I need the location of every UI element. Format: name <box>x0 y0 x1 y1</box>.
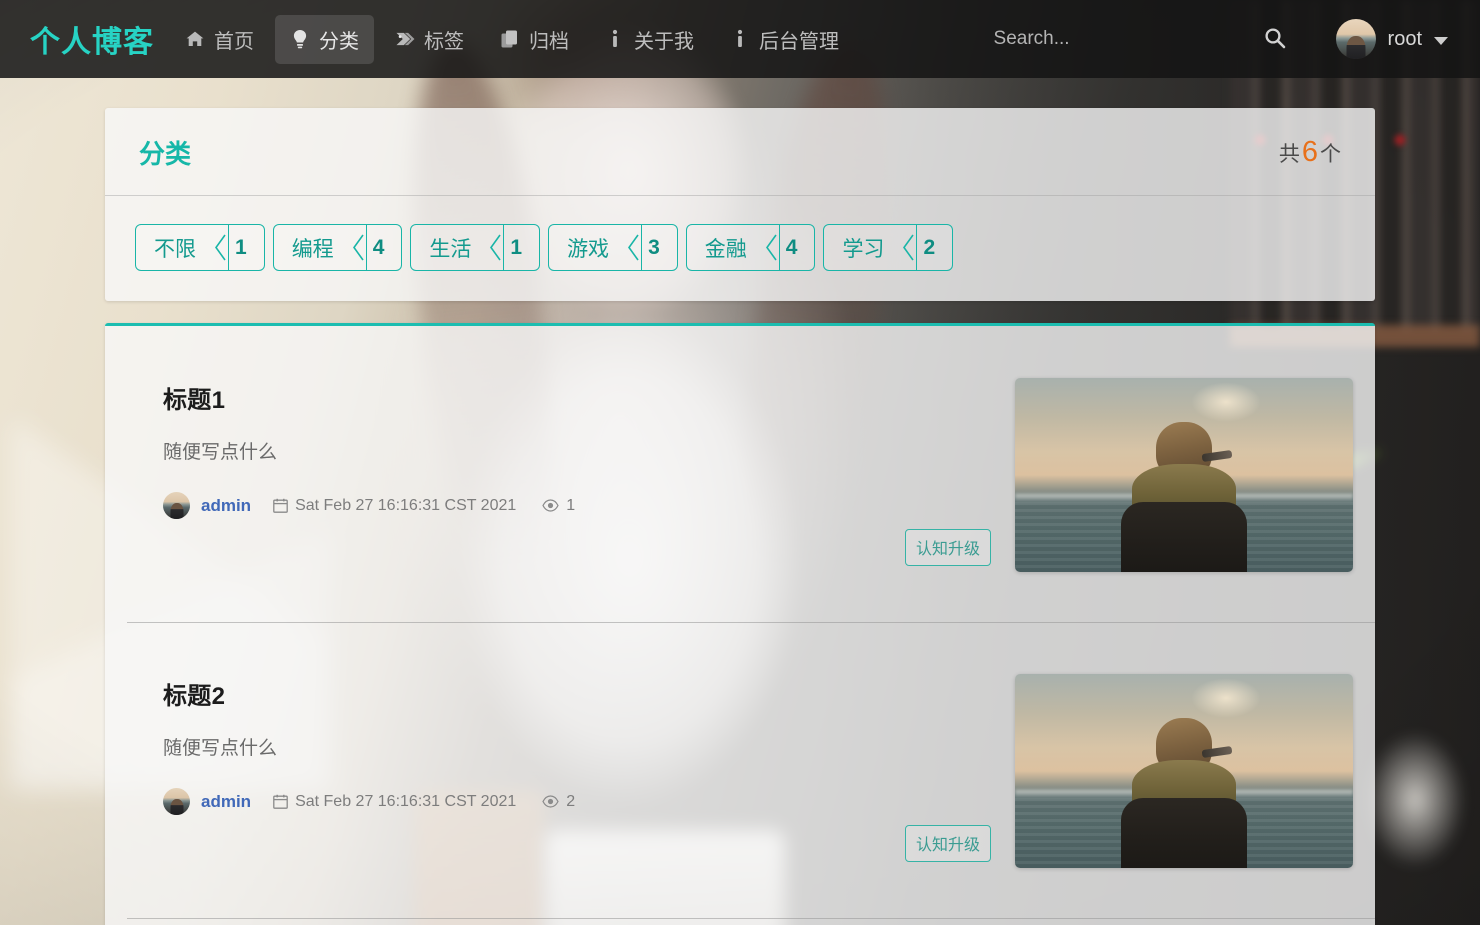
article-view-count: 2 <box>566 792 576 810</box>
category-chip-label: 游戏 <box>567 237 610 261</box>
categories-panel-body: 不限 1 编程 4 生活 1 游戏 3 金融 4 学习 2 <box>105 196 1375 301</box>
nav-label-archive: 归档 <box>529 30 569 53</box>
count-prefix: 共 <box>1278 143 1300 166</box>
eye-icon <box>542 499 559 512</box>
nav-label-admin: 后台管理 <box>759 30 839 53</box>
category-chip-study[interactable]: 学习 2 <box>823 224 954 271</box>
article-meta: admin Sat Feb 27 16:16:31 CST 2021 1 <box>163 492 881 519</box>
nav-items: 首页 分类 标签 归档 关于我 后台管理 <box>170 14 860 64</box>
categories-panel-header: 分类 共6个 <box>105 108 1375 196</box>
article-tag-column: 认知升级 <box>904 378 991 572</box>
lightbulb-icon <box>290 29 310 49</box>
category-chip-count: 2 <box>916 225 952 270</box>
article-author[interactable]: admin <box>201 792 251 812</box>
nav-item-tags[interactable]: 标签 <box>380 15 479 64</box>
author-avatar <box>163 492 190 519</box>
nav-label-category: 分类 <box>319 30 359 53</box>
category-total-count: 共6个 <box>1279 136 1341 169</box>
nav-label-about: 关于我 <box>634 30 694 53</box>
count-suffix: 个 <box>1320 143 1341 166</box>
article-list: 标题1 随便写点什么 admin Sat Feb 27 16:16:31 CST… <box>105 323 1375 925</box>
nav-item-about[interactable]: 关于我 <box>590 15 709 64</box>
chevron-left-icon <box>764 225 780 270</box>
tag-icon <box>395 29 415 49</box>
page-title: 分类 <box>139 139 192 169</box>
avatar <box>1335 19 1376 59</box>
category-chip-label: 不限 <box>154 237 196 261</box>
chevron-left-icon <box>213 225 229 270</box>
categories-panel: 分类 共6个 不限 1 编程 4 生活 1 游戏 3 金融 4 学习 2 <box>105 108 1375 301</box>
page-content: 分类 共6个 不限 1 编程 4 生活 1 游戏 3 金融 4 学习 2 标题1… <box>0 78 1480 925</box>
info-icon <box>730 29 750 49</box>
chevron-down-icon <box>1434 36 1448 45</box>
article-tag[interactable]: 认知升级 <box>904 529 991 566</box>
article-tag-column: 认知升级 <box>904 674 991 868</box>
search-icon <box>1264 27 1286 52</box>
info-icon <box>605 29 625 49</box>
article-view-count: 1 <box>566 496 576 514</box>
article-item[interactable]: 标题2 随便写点什么 admin Sat Feb 27 16:16:31 CST… <box>105 622 1375 918</box>
category-chip-all[interactable]: 不限 1 <box>135 224 265 271</box>
category-chip-programming[interactable]: 编程 4 <box>272 224 403 271</box>
chevron-left-icon <box>626 225 642 270</box>
nav-item-category[interactable]: 分类 <box>275 14 374 64</box>
category-chip-count: 1 <box>503 225 539 270</box>
article-tag[interactable]: 认知升级 <box>904 825 991 862</box>
eye-icon <box>542 795 559 808</box>
article-views: 1 <box>542 497 575 515</box>
category-chip-count: 4 <box>365 225 402 270</box>
author-avatar <box>163 788 190 815</box>
user-menu[interactable]: root <box>1335 19 1448 59</box>
chevron-left-icon <box>351 225 367 270</box>
article-content: 标题1 随便写点什么 admin Sat Feb 27 16:16:31 CST… <box>163 378 881 519</box>
category-chip-label: 生活 <box>429 237 472 261</box>
article-date: Sat Feb 27 16:16:31 CST 2021 <box>295 792 517 810</box>
article-views: 2 <box>542 793 575 811</box>
nav-item-home[interactable]: 首页 <box>170 15 269 64</box>
search-box <box>993 27 1296 52</box>
calendar-icon <box>273 794 288 809</box>
category-chip-count: 1 <box>228 225 264 270</box>
top-navbar: 个人博客 首页 分类 标签 归档 关于我 后台管理 Search... root <box>0 0 1480 78</box>
category-chip-label: 编程 <box>291 237 334 261</box>
article-description: 随便写点什么 <box>163 442 278 463</box>
article-title[interactable]: 标题2 <box>163 676 881 711</box>
category-chip-count: 3 <box>641 225 677 270</box>
site-brand[interactable]: 个人博客 <box>30 17 154 61</box>
article-title[interactable]: 标题1 <box>163 380 881 415</box>
search-button[interactable] <box>1254 27 1296 52</box>
user-name: root <box>1387 27 1422 50</box>
article-date: Sat Feb 27 16:16:31 CST 2021 <box>295 496 517 514</box>
article-item[interactable]: 标题3 <box>105 918 1375 925</box>
calendar-icon <box>273 498 288 513</box>
chevron-left-icon <box>901 225 917 270</box>
count-number: 6 <box>1301 136 1318 168</box>
article-description: 随便写点什么 <box>163 738 278 759</box>
category-chip-life[interactable]: 生活 1 <box>410 224 541 271</box>
category-chip-label: 金融 <box>704 237 747 261</box>
nav-label-tags: 标签 <box>424 30 464 53</box>
archive-icon <box>500 29 520 49</box>
article-meta: admin Sat Feb 27 16:16:31 CST 2021 2 <box>163 788 881 815</box>
article-author[interactable]: admin <box>201 496 251 516</box>
article-item[interactable]: 标题1 随便写点什么 admin Sat Feb 27 16:16:31 CST… <box>105 326 1375 622</box>
nav-item-admin[interactable]: 后台管理 <box>715 15 854 64</box>
category-chip-count: 4 <box>778 225 815 270</box>
home-icon <box>185 29 205 49</box>
search-input[interactable] <box>993 28 1184 50</box>
article-thumbnail[interactable] <box>1015 378 1353 572</box>
category-chip-label: 学习 <box>842 237 885 261</box>
article-content: 标题2 随便写点什么 admin Sat Feb 27 16:16:31 CST… <box>163 674 881 815</box>
category-chip-finance[interactable]: 金融 4 <box>685 224 816 271</box>
nav-item-archive[interactable]: 归档 <box>485 15 584 64</box>
category-chip-games[interactable]: 游戏 3 <box>548 224 678 271</box>
category-chip-list: 不限 1 编程 4 生活 1 游戏 3 金融 4 学习 2 <box>135 224 1345 271</box>
chevron-left-icon <box>488 225 504 270</box>
article-thumbnail[interactable] <box>1015 674 1353 868</box>
nav-label-home: 首页 <box>214 30 254 53</box>
